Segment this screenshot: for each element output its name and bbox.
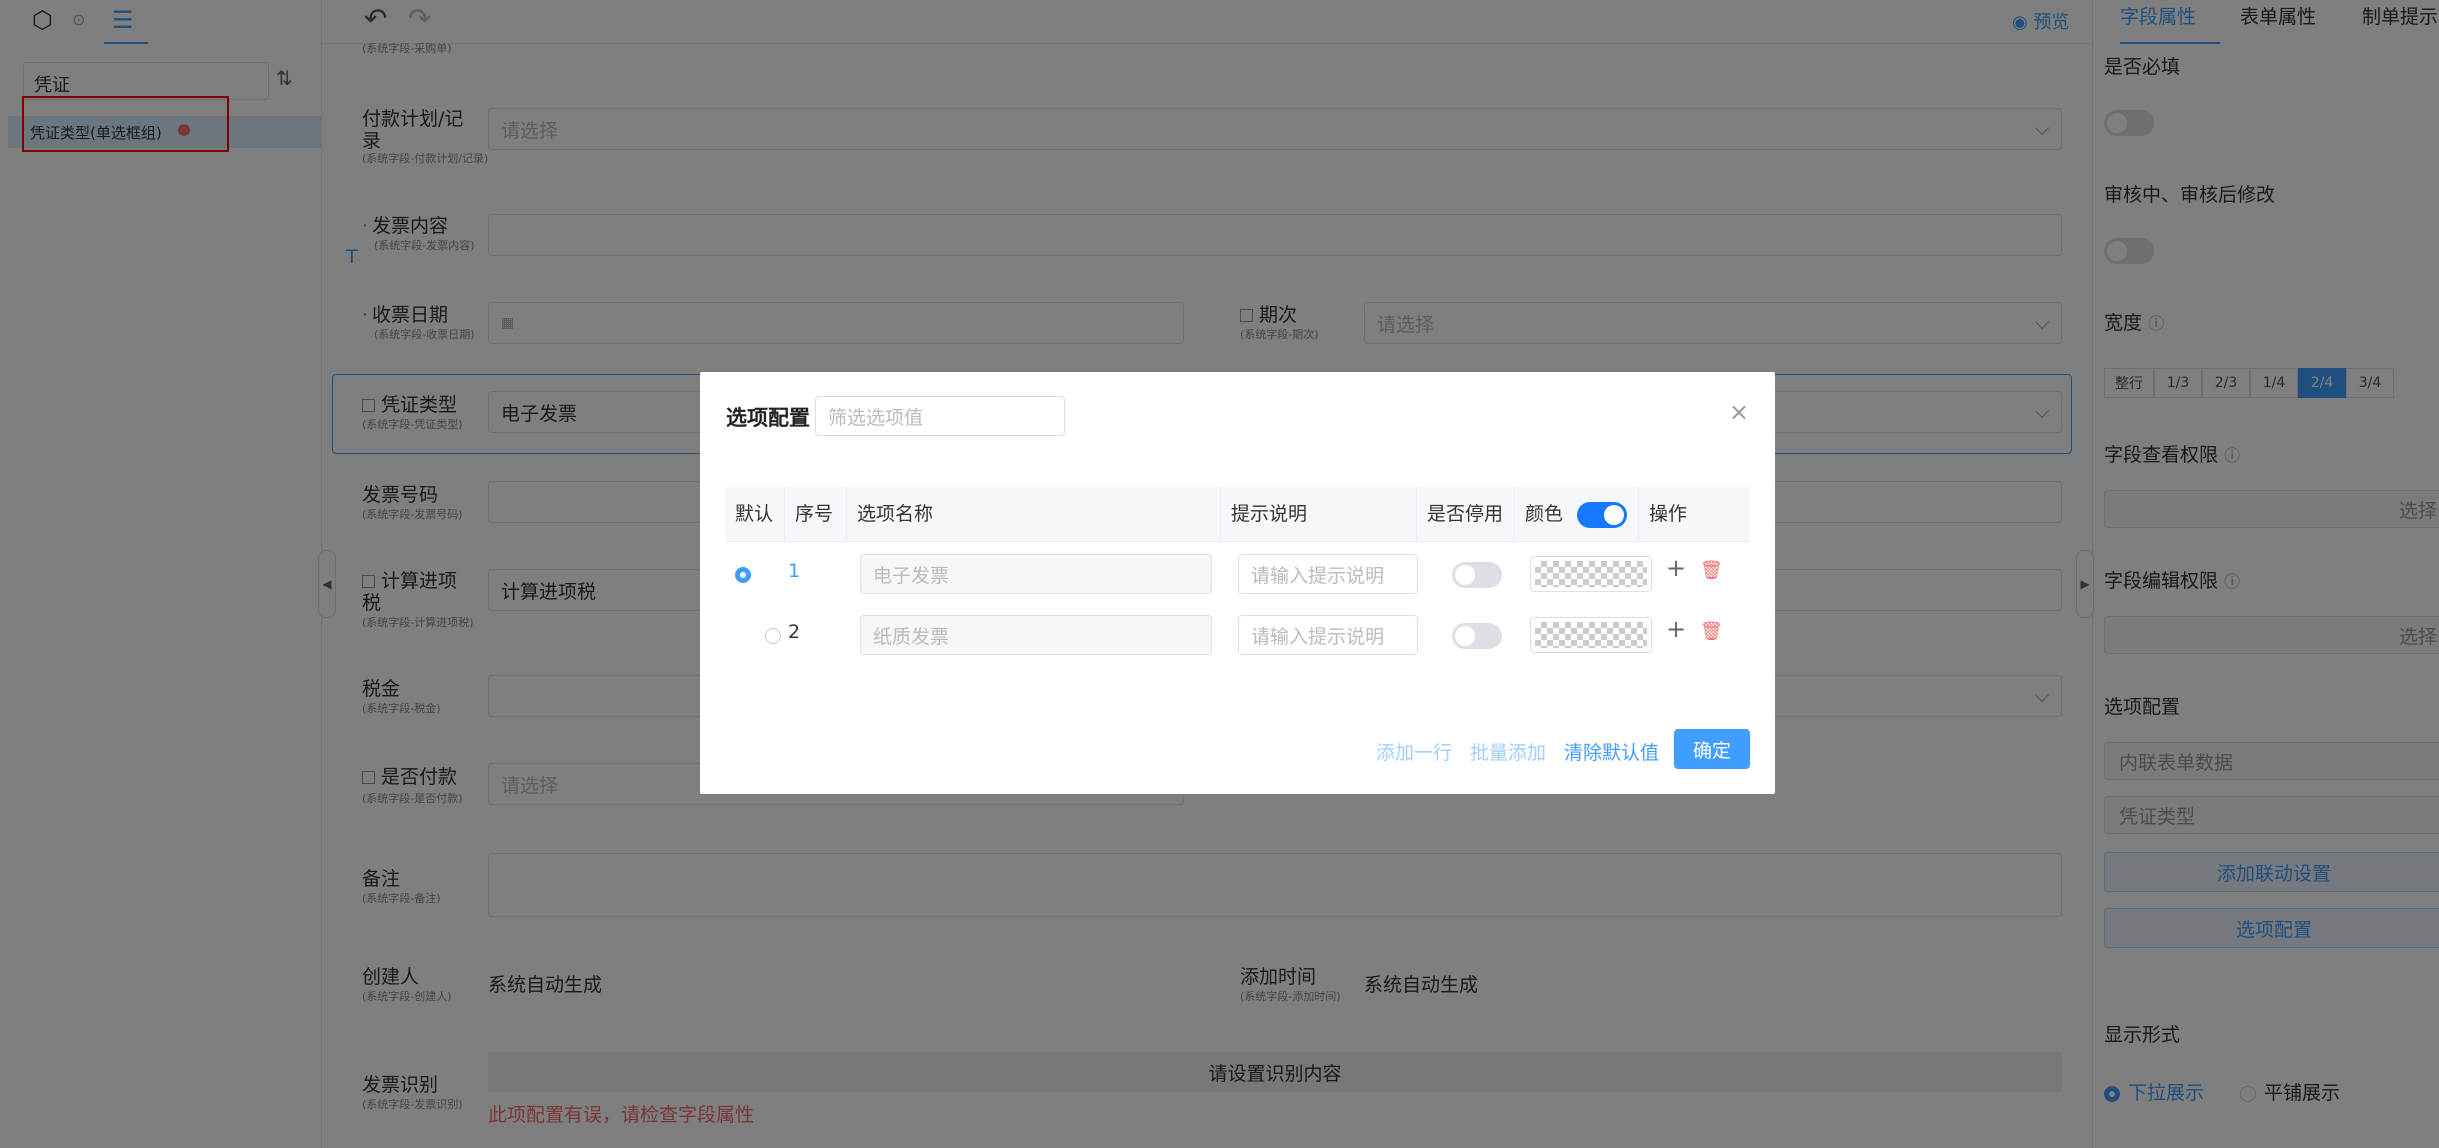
filter-input[interactable]: 筛选选项值 — [815, 396, 1065, 436]
add-icon[interactable]: + — [1666, 615, 1686, 643]
table-header: 默认 序号 选项名称 提示说明 是否停用 颜色 操作 — [725, 487, 1750, 542]
header-default: 默认 — [725, 487, 785, 542]
batch-add-link[interactable]: 批量添加 — [1470, 738, 1546, 765]
add-row-link[interactable]: 添加一行 — [1376, 738, 1452, 765]
color-picker[interactable] — [1530, 556, 1652, 592]
default-radio[interactable] — [765, 627, 782, 644]
dialog-title: 选项配置 — [726, 406, 810, 430]
add-icon[interactable]: + — [1666, 554, 1686, 582]
option-name-input[interactable]: 电子发票 — [860, 554, 1212, 594]
clear-default-link[interactable]: 清除默认值 — [1564, 738, 1659, 765]
header-name: 选项名称 — [847, 487, 1221, 542]
color-switch[interactable] — [1577, 502, 1627, 528]
disable-switch[interactable] — [1452, 623, 1502, 649]
header-disabled: 是否停用 — [1417, 487, 1515, 542]
trash-icon[interactable]: 🗑 — [1700, 621, 1723, 642]
option-config-dialog: 选项配置 筛选选项值 × 默认 序号 选项名称 提示说明 是否停用 颜色 操作 … — [700, 372, 1775, 794]
header-index: 序号 — [785, 487, 847, 542]
header-hint: 提示说明 — [1221, 487, 1417, 542]
row-index: 1 — [788, 560, 801, 582]
close-icon[interactable]: × — [1729, 398, 1749, 426]
row-index: 2 — [788, 621, 801, 643]
trash-icon[interactable]: 🗑 — [1700, 560, 1723, 581]
confirm-button[interactable]: 确定 — [1674, 729, 1750, 769]
disable-switch[interactable] — [1452, 562, 1502, 588]
hint-input[interactable]: 请输入提示说明 — [1238, 554, 1418, 594]
color-picker[interactable] — [1530, 617, 1652, 653]
option-name-input[interactable]: 纸质发票 — [860, 615, 1212, 655]
default-radio[interactable] — [735, 566, 751, 583]
header-action: 操作 — [1649, 503, 1688, 525]
hint-input[interactable]: 请输入提示说明 — [1238, 615, 1418, 655]
